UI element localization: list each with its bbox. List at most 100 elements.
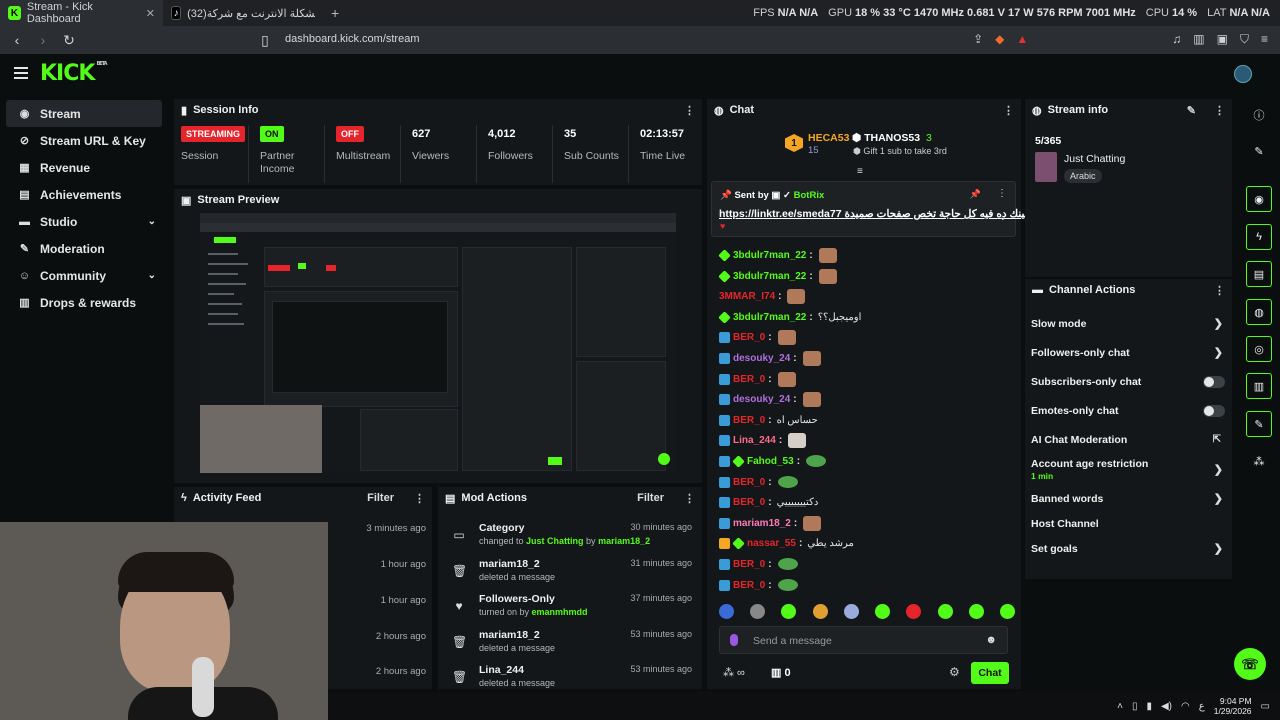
chat-message[interactable]: BER_0: [719,555,798,573]
back-icon[interactable]: ‹ [10,32,24,48]
kebab-menu-icon[interactable]: ⋮ [684,492,695,505]
edit-icon[interactable]: ✎ [1246,138,1272,164]
chat-message[interactable]: BER_0: [719,370,796,388]
notifications-icon[interactable]: ▭ [1261,701,1270,712]
list-icon[interactable]: ▥ [1246,373,1272,399]
lightning-icon[interactable]: ϟ [1246,224,1272,250]
emote-icon[interactable] [719,604,734,619]
language-indicator[interactable]: ع [1199,701,1205,712]
gear-icon[interactable]: ⚙ [949,665,960,679]
set-goals-row[interactable]: Set goals ❯ [1031,540,1227,560]
bookmark-icon[interactable]: ▯ [258,32,272,49]
wifi-icon[interactable]: ◠ [1181,701,1190,712]
microphone-icon[interactable] [730,634,738,646]
chat-username[interactable]: Lina_244 [733,435,776,446]
chat-message[interactable]: 3bdulr7man_22: [718,267,837,285]
kebab-menu-icon[interactable]: ⋮ [414,492,425,505]
chat-username[interactable]: 3MMAR_I74 [719,291,775,302]
broadcast-icon[interactable]: ◎ [1246,336,1272,362]
kebab-menu-icon[interactable]: ⋮ [997,188,1007,199]
subscribers-only-toggle[interactable] [1203,376,1225,388]
sidebar-item-drops-rewards[interactable]: ▥ Drops & rewards [6,289,162,316]
new-tab-icon[interactable]: + [323,5,347,21]
chat-input[interactable]: Send a message ☻ [719,626,1008,654]
gift-prompt[interactable]: ⬢ Gift 1 sub to take 3rd [853,146,947,157]
wrench-icon[interactable]: ✎ [1246,411,1272,437]
vpn-icon[interactable]: ⛉ [1240,32,1249,47]
chat-username[interactable]: BER_0 [733,497,765,508]
clipboard-icon[interactable]: ▤ [1246,261,1272,287]
capture-icon[interactable]: ◉ [1246,186,1272,212]
edit-icon[interactable]: ✎ [1187,104,1196,117]
followers-only-row[interactable]: Followers-only chat ❯ [1031,344,1227,364]
ai-chat-moderation-row[interactable]: AI Chat Moderation ⇱ [1031,431,1227,451]
chat-message[interactable]: mariam18_2: [719,514,822,532]
slow-mode-row[interactable]: Slow mode ❯ [1031,315,1227,335]
chevron-down-icon[interactable]: ⌄ [999,212,1007,223]
emote-icon[interactable] [906,604,922,619]
music-icon[interactable]: ♫ [1172,32,1181,47]
kebab-menu-icon[interactable]: ⋮ [684,104,695,117]
support-chat-icon[interactable]: ☏ [1234,648,1266,680]
chat-username[interactable]: 3bdulr7man_22 [733,271,806,282]
emotes-only-toggle[interactable] [1203,405,1225,417]
chat-message[interactable]: desouky_24: [719,390,821,408]
tray-arrow-icon[interactable]: ˄ [1117,701,1123,712]
emote-icon[interactable] [937,604,953,619]
kebab-menu-icon[interactable]: ⋮ [1214,284,1225,297]
account-age-row[interactable]: Account age restriction 1 min ❯ [1031,455,1227,483]
emote-icon[interactable] [875,604,891,619]
send-chat-button[interactable]: Chat [971,662,1009,684]
chat-username[interactable]: desouky_24 [733,353,790,364]
sidebar-item-moderation[interactable]: ✎ Moderation [6,235,162,262]
close-tab-icon[interactable]: ✕ [146,7,155,20]
chat-message[interactable]: BER_0: دكتيييييييي [719,493,818,511]
wallet-icon[interactable]: ▣ [1217,32,1228,47]
collapse-icon[interactable]: ≡ [857,166,863,177]
url-field[interactable]: dashboard.kick.com/stream [285,33,420,45]
clock[interactable]: 9:04 PM 1/29/2026 [1214,696,1252,716]
chat-message[interactable]: Fahod_53: [719,452,827,470]
chat-username[interactable]: nassar_55 [747,538,796,549]
chat-message[interactable]: BER_0: [719,473,798,491]
host-channel-row[interactable]: Host Channel [1031,515,1227,535]
forward-icon[interactable]: › [36,32,50,48]
unpin-icon[interactable]: 📌 [970,189,981,200]
chat-message[interactable]: BER_0: [719,328,796,346]
shield-extension-icon[interactable]: ◆ [995,32,1004,47]
emote-icon[interactable] [750,604,766,619]
chat-username[interactable]: mariam18_2 [733,518,791,529]
kebab-menu-icon[interactable]: ⋮ [1214,104,1225,117]
share-icon[interactable]: ⇪ [973,32,983,47]
rewards-icon[interactable]: ▲ [1016,32,1028,47]
filter-button[interactable]: Filter [367,492,394,504]
banned-words-row[interactable]: Banned words ❯ [1031,490,1227,510]
chat-icon[interactable]: ◍ [1246,299,1272,325]
filter-button[interactable]: Filter [637,492,664,504]
sidebar-item-achievements[interactable]: ▤ Achievements [6,181,162,208]
people-icon[interactable]: ⁂ [1246,448,1272,474]
menu-icon[interactable]: ≡ [1261,32,1268,47]
user-avatar[interactable] [1234,65,1252,83]
chat-message[interactable]: BER_0: حساس اه [719,411,818,429]
chat-username[interactable]: Fahod_53 [747,456,794,467]
top-gifter-name[interactable]: HECA53 [808,132,849,144]
chat-username[interactable]: BER_0 [733,559,765,570]
chat-message[interactable]: 3bdulr7man_22: [718,246,837,264]
browser-tab-tiktok[interactable]: ♪ (32)مشكلة الانترنت مع شركة we: حكايا..… [163,0,323,26]
sidebar-item-community[interactable]: ☺ Community ⌄ [6,262,162,289]
chat-username[interactable]: BER_0 [733,374,765,385]
stream-preview-video[interactable] [200,213,676,473]
emote-icon[interactable] [968,604,984,619]
sidebar-item-stream-url-key[interactable]: ⊘ Stream URL & Key [6,127,162,154]
sidebar-item-studio[interactable]: ▬ Studio ⌄ [6,208,162,235]
emote-icon[interactable] [843,604,859,619]
chat-username[interactable]: 3bdulr7man_22 [733,250,806,261]
sidebar-toggle-icon[interactable]: ▥ [1193,32,1204,47]
network-icon[interactable]: ▯ [1132,701,1138,712]
chat-message[interactable]: desouky_24: [719,349,821,367]
chat-username[interactable]: 3bdulr7man_22 [733,312,806,323]
chat-message[interactable]: 3bdulr7man_22: اوميجبل؟؟ [718,308,861,326]
kick-logo[interactable]: KICK BETA [40,61,108,86]
info-icon[interactable]: ⓘ [1246,102,1272,128]
